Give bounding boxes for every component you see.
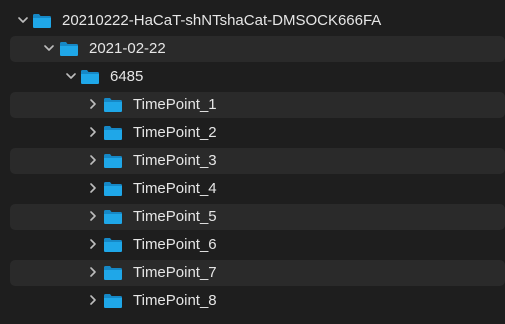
folder-label: 20210222-HaCaT-shNTshaCat-DMSOCK666FA <box>62 12 382 29</box>
folder-icon <box>103 293 123 309</box>
tree-row-timepoint[interactable]: TimePoint_3 <box>10 148 505 174</box>
folder-label: TimePoint_7 <box>133 264 217 281</box>
chevron-right-icon[interactable] <box>88 267 98 277</box>
folder-label: TimePoint_8 <box>133 292 217 309</box>
folder-label: TimePoint_5 <box>133 208 217 225</box>
folder-label: 2021-02-22 <box>89 40 166 57</box>
tree-row-plate-folder[interactable]: 6485 <box>10 64 505 90</box>
chevron-right-icon[interactable] <box>88 211 98 221</box>
tree-row-timepoint[interactable]: TimePoint_7 <box>10 260 505 286</box>
folder-label: 6485 <box>110 68 144 85</box>
tree-row-timepoint[interactable]: TimePoint_1 <box>10 92 505 118</box>
folder-icon <box>59 41 79 57</box>
chevron-right-icon[interactable] <box>88 99 98 109</box>
folder-label: TimePoint_2 <box>133 124 217 141</box>
folder-icon <box>103 125 123 141</box>
folder-icon <box>32 13 52 29</box>
chevron-down-icon[interactable] <box>18 15 28 25</box>
tree-row-timepoint[interactable]: TimePoint_2 <box>10 120 505 146</box>
tree-row-timepoint[interactable]: TimePoint_4 <box>10 176 505 202</box>
folder-label: TimePoint_3 <box>133 152 217 169</box>
folder-icon <box>103 97 123 113</box>
tree-row-timepoint[interactable]: TimePoint_6 <box>10 232 505 258</box>
chevron-right-icon[interactable] <box>88 127 98 137</box>
folder-icon <box>103 237 123 253</box>
chevron-down-icon[interactable] <box>66 71 76 81</box>
chevron-right-icon[interactable] <box>88 183 98 193</box>
chevron-right-icon[interactable] <box>88 239 98 249</box>
folder-icon <box>103 265 123 281</box>
tree-row-date-folder[interactable]: 2021-02-22 <box>10 36 505 62</box>
folder-tree: 20210222-HaCaT-shNTshaCat-DMSOCK666FA 20… <box>10 8 505 316</box>
folder-label: TimePoint_4 <box>133 180 217 197</box>
folder-icon <box>103 153 123 169</box>
chevron-down-icon[interactable] <box>44 43 54 53</box>
chevron-right-icon[interactable] <box>88 295 98 305</box>
folder-icon <box>103 209 123 225</box>
folder-icon <box>103 181 123 197</box>
folder-label: TimePoint_1 <box>133 96 217 113</box>
folder-label: TimePoint_6 <box>133 236 217 253</box>
tree-row-timepoint[interactable]: TimePoint_8 <box>10 288 505 314</box>
folder-icon <box>80 69 100 85</box>
tree-row-timepoint[interactable]: TimePoint_5 <box>10 204 505 230</box>
chevron-right-icon[interactable] <box>88 155 98 165</box>
tree-row-root[interactable]: 20210222-HaCaT-shNTshaCat-DMSOCK666FA <box>10 8 505 34</box>
